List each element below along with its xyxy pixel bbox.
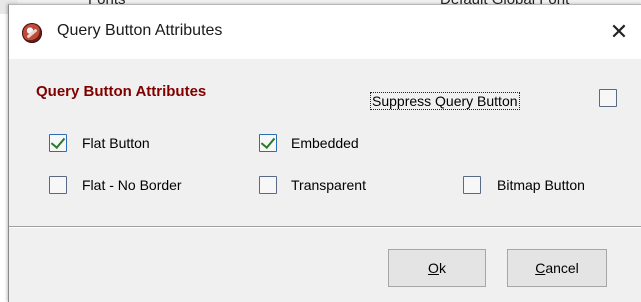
separator-line [9,226,641,228]
suppress-query-button-label[interactable]: Suppress Query Button [370,92,520,110]
transparent-label[interactable]: Transparent [291,177,366,193]
embedded-label[interactable]: Embedded [291,135,359,151]
embedded-checkbox[interactable] [259,133,277,152]
ok-mnemonic: O [428,260,439,276]
close-button[interactable]: ✕ [596,5,641,59]
bitmap-button-label[interactable]: Bitmap Button [497,177,585,193]
query-button-attributes-dialog: Query Button Attributes ✕ Query Button A… [8,4,641,302]
group-title: Query Button Attributes [36,83,207,100]
app-icon [22,23,42,43]
close-icon: ✕ [609,19,629,44]
ok-label-rest: k [438,260,446,276]
title-bar[interactable]: Query Button Attributes ✕ [9,5,641,59]
cancel-label-rest: ancel [545,260,579,276]
flat-no-border-label[interactable]: Flat - No Border [82,177,182,193]
flat-button-checkbox[interactable] [49,133,67,152]
checkmark-icon [50,133,66,150]
bitmap-button-checkbox[interactable] [463,176,481,194]
suppress-query-button-checkbox[interactable] [599,89,617,107]
transparent-checkbox[interactable] [259,176,277,194]
cancel-mnemonic: C [535,260,546,276]
ok-button[interactable]: Ok [388,249,486,287]
dialog-title: Query Button Attributes [57,22,223,39]
checkmark-icon [260,133,276,150]
flat-no-border-checkbox[interactable] [49,176,67,194]
flat-button-label[interactable]: Flat Button [82,135,150,151]
cancel-button[interactable]: Cancel [507,249,607,287]
